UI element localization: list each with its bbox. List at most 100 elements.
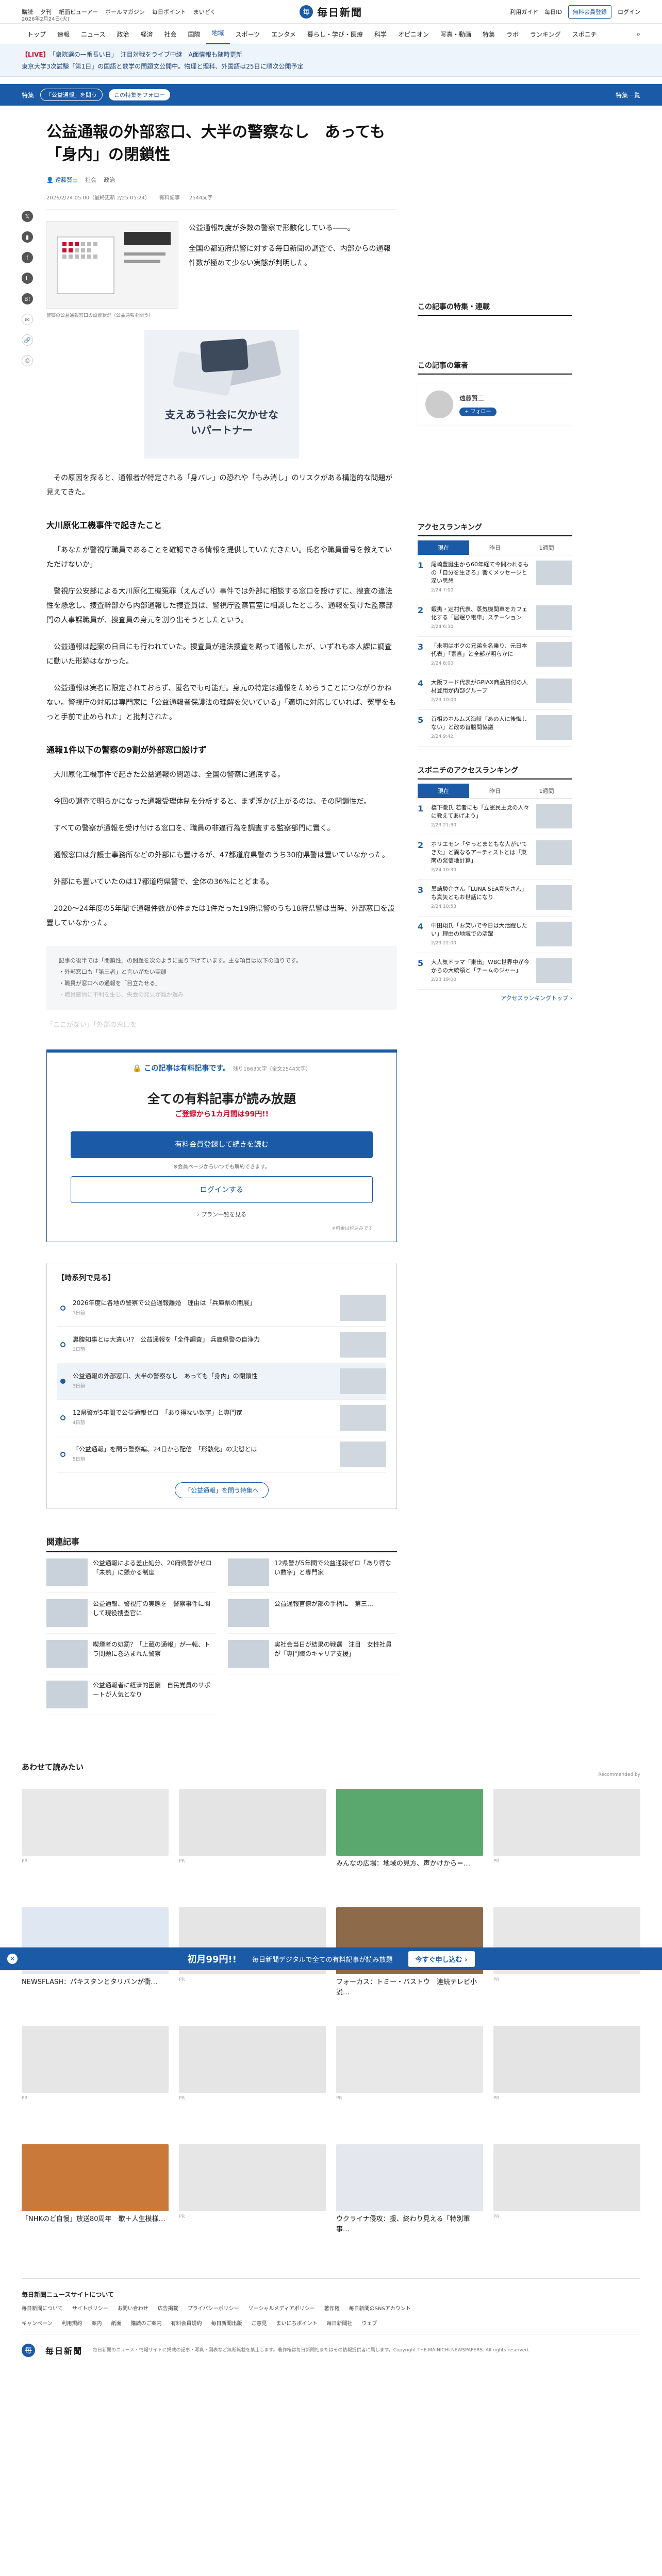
facebook-icon[interactable]: f bbox=[22, 252, 33, 263]
tab-week[interactable]: 1週間 bbox=[521, 540, 572, 555]
recommend-card[interactable]: みんなの広場：地域の見方、声かけから＝… bbox=[336, 1789, 483, 1892]
related-item[interactable]: 公益通報者に経済的困窮 自民党員のサポートが人気となり bbox=[46, 1674, 216, 1715]
nav-item[interactable]: スポーツ bbox=[230, 30, 266, 39]
author-card[interactable]: 遠藤賢三 + フォロー bbox=[418, 383, 572, 426]
related-item[interactable]: 12県警が5年間で公益通報ゼロ「あり得ない数字」と専門家 bbox=[228, 1552, 397, 1593]
recommend-card[interactable]: PR bbox=[493, 2026, 640, 2129]
tab-now[interactable]: 現在 bbox=[418, 784, 469, 798]
ranking-item[interactable]: 3 「未明はボクの兄弟を名乗り、元日本代表」「素直」と全部が明らかに 2/24 8:… bbox=[418, 637, 572, 673]
ranking-item[interactable]: 4 中田翔氏「お笑いで今日は大活躍したい」理由の地域での活躍 2/23 22:00 bbox=[418, 917, 572, 953]
related-item[interactable]: 公益通報官僚が部の手柄に 第三… bbox=[228, 1593, 397, 1634]
footer-link[interactable]: 案内 bbox=[92, 2319, 102, 2327]
timeline-item[interactable]: 12県警が5年間で公益通報ゼロ 「あり得ない数字」と専門家 4日前 bbox=[57, 1400, 386, 1436]
banner-cta-button[interactable]: 今すぐ申し込む › bbox=[408, 1951, 475, 1967]
footer-link[interactable]: 広告掲載 bbox=[158, 2304, 178, 2312]
tab-now[interactable]: 現在 bbox=[418, 540, 469, 555]
footer-link[interactable]: 毎日新聞について bbox=[22, 2304, 63, 2312]
search-icon[interactable]: ⌕ bbox=[637, 30, 640, 38]
recommend-card[interactable]: PR bbox=[493, 1789, 640, 1892]
footer-link[interactable]: 毎日新聞出版 bbox=[211, 2319, 242, 2327]
mainichi-id-link[interactable]: 毎日ID bbox=[544, 8, 562, 16]
util-link[interactable]: 毎日ポイント bbox=[152, 8, 186, 16]
util-link[interactable]: まいどく bbox=[193, 8, 216, 16]
ranking-top-link[interactable]: アクセスランキングトップ › bbox=[418, 994, 572, 1002]
recommend-card[interactable]: ウクライナ侵攻：援、終わり見える「特別軍事… bbox=[336, 2144, 483, 2247]
bookmark-icon[interactable]: ▮ bbox=[22, 231, 33, 243]
ranking-item[interactable]: 5 首相のホルムズ海峡「あの人に後悔しない」と改め首脳間協議 2/24 9:42 bbox=[418, 710, 572, 747]
timeline-more-button[interactable]: 「公益通報」を問う特集へ bbox=[174, 1482, 269, 1498]
subscribe-banner[interactable]: ✕ 初月99円!! 毎日新聞デジタルで全ての有料記事が読み放題 今すぐ申し込む … bbox=[0, 1947, 662, 1970]
breaking-item[interactable]: 東京大学3次試験「第1日」の国語と数学の問題文公開中。物理と理科、外国語は25日… bbox=[22, 60, 640, 72]
footer-link[interactable]: ウェブ bbox=[362, 2319, 377, 2327]
recommend-card[interactable]: PR bbox=[179, 2144, 326, 2247]
login-link[interactable]: ログイン bbox=[618, 8, 640, 16]
footer-link[interactable]: 有料会員規約 bbox=[171, 2319, 202, 2327]
footer-link[interactable]: ソーシャルメディアポリシー bbox=[249, 2304, 315, 2312]
mail-icon[interactable]: ✉ bbox=[22, 314, 33, 325]
nav-item[interactable]: 地域 bbox=[206, 24, 230, 44]
footer-link[interactable]: プライバシーポリシー bbox=[188, 2304, 239, 2312]
ranking-item[interactable]: 2 ホリエモン「やっとまともな人がいてきた」と異なるアーティストとは「東南の発信地… bbox=[418, 835, 572, 880]
nav-item[interactable]: 社会 bbox=[158, 30, 182, 39]
chart-image[interactable] bbox=[46, 221, 178, 309]
related-item[interactable]: 実社会当日が結果の戦選 注目 女性社員が「専門職のキャリア支援」 bbox=[228, 1634, 397, 1674]
nav-item[interactable]: ラボ bbox=[501, 30, 524, 39]
site-logo[interactable]: 毎 毎日新聞 bbox=[300, 4, 362, 19]
feature-follow-button[interactable]: この特集をフォロー bbox=[109, 89, 171, 100]
hatena-icon[interactable]: B! bbox=[22, 293, 33, 304]
link-icon[interactable]: 🔗 bbox=[22, 334, 33, 346]
tab-yesterday[interactable]: 昨日 bbox=[469, 784, 521, 798]
recommend-card[interactable]: 「NHKのど自慢」放送80周年 歌＋人生模様… bbox=[22, 2144, 169, 2247]
footer-link[interactable]: サイトポリシー bbox=[72, 2304, 108, 2312]
nav-item[interactable]: 政治 bbox=[111, 30, 135, 39]
nav-item[interactable]: 特集 bbox=[477, 30, 501, 39]
nav-item[interactable]: 暮らし・学び・医療 bbox=[302, 30, 369, 39]
nav-item[interactable]: ランキング bbox=[524, 30, 567, 39]
x-share-icon[interactable]: 𝕏 bbox=[22, 211, 33, 222]
plan-list-link[interactable]: › プラン一覧を見る bbox=[71, 1210, 373, 1218]
timeline-item[interactable]: 「公益通報」を問う警察編、24日から配信 「形骸化」の実態とは 5日前 bbox=[57, 1436, 386, 1473]
line-icon[interactable]: L bbox=[22, 273, 33, 284]
nav-item[interactable]: オピニオン bbox=[392, 30, 435, 39]
footer-link[interactable]: 毎日新聞のSNSアカウント bbox=[349, 2304, 411, 2312]
ranking-item[interactable]: 3 黒崎駿介さん「LUNA SEA真矢さん」も真矢ともお世話になり 2/24 10:… bbox=[418, 880, 572, 917]
tab-yesterday[interactable]: 昨日 bbox=[469, 540, 521, 555]
recommend-card[interactable]: PR bbox=[179, 1789, 326, 1892]
feature-list-link[interactable]: 特集一覧 bbox=[616, 91, 640, 99]
nav-item[interactable]: 速報 bbox=[52, 30, 75, 39]
feature-name[interactable]: 「公益通報」を問う bbox=[40, 89, 103, 101]
tag[interactable]: 社会 bbox=[85, 176, 96, 184]
footer-logo[interactable]: 毎日新聞 bbox=[45, 2344, 82, 2357]
footer-link[interactable]: 著作権 bbox=[324, 2304, 340, 2312]
nav-item[interactable]: エンタメ bbox=[266, 30, 302, 39]
recommend-card[interactable]: PR bbox=[22, 2026, 169, 2129]
util-link[interactable]: ポールマガジン bbox=[105, 8, 145, 16]
nav-item[interactable]: ニュース bbox=[75, 30, 111, 39]
guide-link[interactable]: 利用ガイド bbox=[510, 8, 538, 16]
print-icon[interactable]: ⎙ bbox=[22, 355, 33, 366]
timeline-item[interactable]: 2026年度に各地の警察で公益通報離婚 理由は「兵庫県の闇展」 1日前 bbox=[57, 1290, 386, 1327]
recommend-card[interactable]: PR bbox=[493, 2144, 640, 2247]
author-link[interactable]: 👤 遠藤賢三 bbox=[46, 176, 78, 184]
author-follow-button[interactable]: + フォロー bbox=[459, 408, 496, 416]
subscribe-button[interactable]: 有料会員登録して続きを読む bbox=[71, 1131, 373, 1158]
ranking-item[interactable]: 1 尾崎豊誕生から60年経て今問われるもの「自分を生きろ」響くメッセージと深い思想… bbox=[418, 555, 572, 600]
breaking-item[interactable]: 【LIVE】 「衆院選の一番長い日」 注目対戦をライブ中継 A面情報も随時更新 bbox=[22, 48, 640, 60]
footer-link[interactable]: 購読のご案内 bbox=[131, 2319, 162, 2327]
footer-link[interactable]: 利用規約 bbox=[62, 2319, 82, 2327]
related-item[interactable]: 喫煙者の処罰？「上蔵の通報」が一転、トラ問題に巻込まれた警察 bbox=[46, 1634, 216, 1674]
ranking-item[interactable]: 5 大人気ドラマ「東出」WBC世界中が今からの大統領と「チームのジャー」 2/23 … bbox=[418, 953, 572, 990]
ranking-item[interactable]: 2 蝦夷・定村代表、蒸気機関車をカフェ化する「居眠り電車」ステーション 2/24 6… bbox=[418, 600, 572, 637]
nav-item[interactable]: 経済 bbox=[135, 30, 158, 39]
footer-link[interactable]: お問い合わせ bbox=[118, 2304, 148, 2312]
nav-item[interactable]: スポニチ bbox=[567, 30, 603, 39]
footer-link[interactable]: ご意見 bbox=[252, 2319, 267, 2327]
ranking-item[interactable]: 4 大阪フード代表がGPIAX商品貸付の人材登用が内部グループ 2/23 10:00 bbox=[418, 673, 572, 710]
timeline-item[interactable]: 裏腹知事とは大違い!? 公益通報を「全件調査」 兵庫県警の自浄力 3日前 bbox=[57, 1327, 386, 1363]
timeline-item[interactable]: 公益通報の外部窓口、大半の警察なし あっても「身内」の閉鎖性 3日前 bbox=[57, 1363, 386, 1400]
tab-week[interactable]: 1週間 bbox=[521, 784, 572, 798]
footer-link[interactable]: まいにちポイント bbox=[276, 2319, 318, 2327]
nav-item[interactable]: 国際 bbox=[182, 30, 206, 39]
ad-image[interactable]: 支えあう社会に欠かせないパートナー bbox=[144, 330, 299, 459]
nav-item[interactable]: 写真・動画 bbox=[435, 30, 477, 39]
